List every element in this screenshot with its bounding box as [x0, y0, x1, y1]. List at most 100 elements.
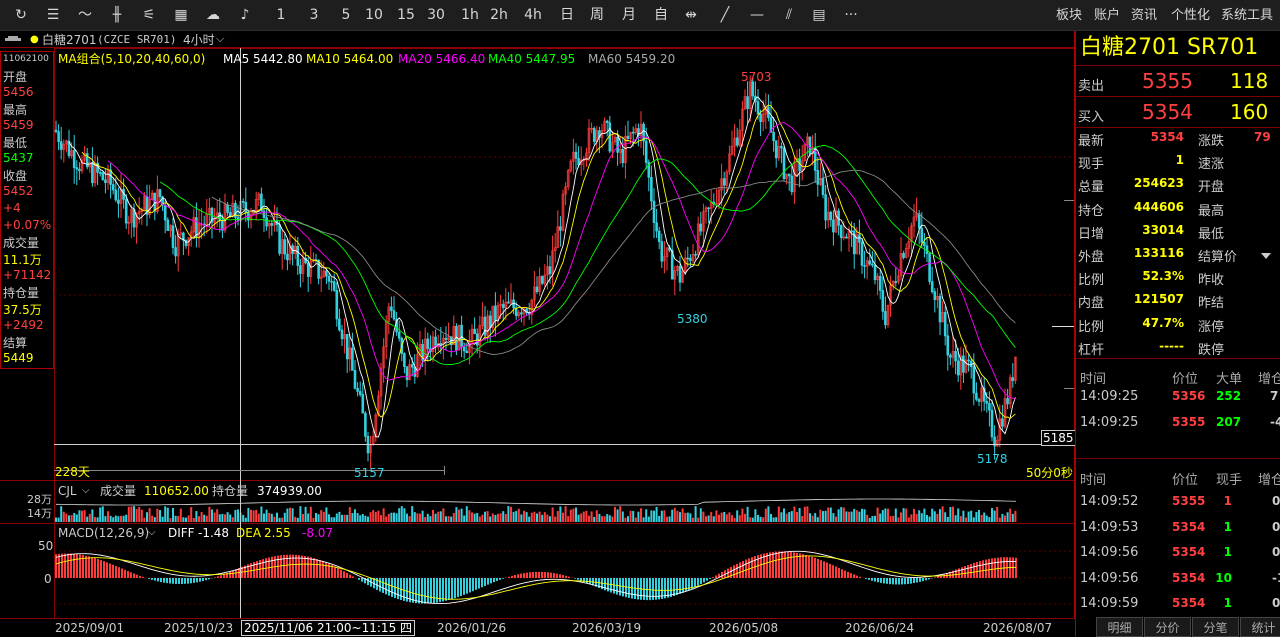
volume-bar	[855, 510, 858, 522]
macd-bar	[487, 578, 489, 585]
volume-bar	[946, 517, 949, 522]
volume-bar	[151, 515, 154, 522]
volume-bar	[767, 506, 770, 522]
volume-bar	[689, 513, 692, 522]
macd-bar	[346, 572, 348, 578]
candle-body	[228, 212, 232, 217]
volume-bar	[980, 514, 983, 522]
volume-bar	[403, 508, 406, 522]
macd-bar	[100, 560, 102, 578]
tab-2[interactable]: 分笔	[1192, 617, 1239, 637]
volume-bar	[881, 510, 884, 522]
volume-bar	[169, 517, 172, 522]
chevron-down-icon[interactable]: ⌵	[148, 526, 156, 540]
volume-bar	[759, 516, 762, 522]
date-tick: 2026/03/19	[572, 621, 642, 635]
volume-bar	[728, 512, 731, 522]
macd-bar	[622, 578, 624, 597]
candle-body	[327, 275, 331, 282]
volume-bar	[127, 506, 130, 522]
tick-volume: 1	[1223, 519, 1232, 534]
macd-label[interactable]: MACD(12,26,9)	[58, 526, 149, 540]
volume-bar	[91, 509, 94, 522]
candle-body	[574, 151, 578, 159]
date-axis: 2025/09/01 2025/10/23 2025/11/06 21:00~1…	[0, 618, 1075, 637]
volume-bar	[374, 511, 377, 522]
volume-bar	[317, 514, 320, 522]
kline-chart[interactable]	[0, 0, 1075, 637]
macd-bar	[967, 564, 969, 578]
volume-bar	[803, 506, 806, 522]
quote-value-2: 79	[1254, 130, 1271, 144]
volume-bar	[291, 508, 294, 522]
volume-bar	[668, 516, 671, 522]
volume-bar	[588, 515, 590, 522]
volume-bar	[510, 506, 512, 522]
cjl-label[interactable]: CJL	[58, 484, 77, 498]
chevron-down-icon[interactable]: ⌵	[82, 484, 90, 498]
candle-body	[426, 338, 430, 349]
macd-bar	[529, 572, 531, 578]
tab-1[interactable]: 分价	[1144, 617, 1191, 637]
volume-bar	[512, 511, 515, 522]
macd-bar	[721, 571, 723, 578]
volume-bar	[970, 510, 973, 522]
volume-bar	[112, 517, 115, 522]
volume-bar	[715, 510, 718, 522]
macd-bar	[988, 558, 990, 578]
candle-body	[520, 312, 523, 315]
candle-body	[540, 276, 544, 284]
volume-bar	[590, 511, 593, 522]
volume-bar	[361, 514, 364, 522]
menu-4[interactable]: 系统工具	[1221, 0, 1273, 31]
buy-price: 5354	[1142, 100, 1193, 124]
macd-bar	[442, 578, 444, 602]
macd-bar	[874, 578, 876, 582]
candle-body	[990, 409, 994, 438]
quote-value: 52.3%	[1142, 269, 1184, 284]
volume-bar	[640, 508, 642, 522]
macd-bar	[895, 578, 897, 585]
macd-bar	[103, 561, 105, 578]
macd-bar	[628, 578, 630, 598]
volume-bar	[621, 511, 624, 522]
volume-bar	[900, 512, 902, 522]
low-value: 5437	[3, 151, 34, 165]
macd-bar	[190, 578, 192, 584]
cursor-date-label: 2025/11/06 21:00~11:15 四	[241, 620, 416, 636]
volume-bar	[959, 516, 962, 522]
menu-3[interactable]: 个性化	[1171, 0, 1210, 31]
ma-group-label[interactable]: MA组合(5,10,20,40,60,0)	[58, 52, 205, 66]
high-label: 最高	[3, 103, 28, 117]
candle-body	[863, 265, 866, 267]
volume-bar	[458, 509, 460, 522]
tab-0[interactable]: 明细	[1096, 617, 1143, 637]
caret-down-icon[interactable]	[1261, 252, 1271, 260]
volume-bar	[933, 511, 936, 522]
volume-bar	[536, 513, 538, 522]
ma-item-ma60: MA60 5459.20	[588, 52, 676, 66]
macd-bar	[958, 568, 960, 578]
macd-bar	[520, 573, 522, 578]
volume-bar	[1001, 513, 1004, 522]
candle-body	[345, 334, 349, 360]
tab-3[interactable]: 统计	[1240, 617, 1280, 637]
candle-body	[689, 257, 692, 261]
volume-bar	[556, 510, 559, 522]
ma-item-ma20: MA20 5466.40	[398, 52, 486, 66]
volume-bar	[398, 508, 401, 522]
volume-bar	[88, 513, 91, 522]
quote-label: 比例	[1078, 273, 1105, 289]
ma-item-ma40: MA40 5447.95	[488, 52, 576, 66]
bar-info-box: 11062100 开盘 5456 最高 5459 最低 5437 收盘 5452…	[0, 51, 54, 369]
big-order-oi: 7	[1270, 389, 1279, 403]
macd-bar	[379, 578, 381, 592]
macd-bar	[928, 578, 930, 580]
macd-bar	[625, 578, 627, 598]
macd-histogram	[55, 550, 1017, 605]
menu-2[interactable]: 资讯	[1131, 0, 1157, 31]
volume-bar	[816, 517, 819, 522]
volume-bar	[476, 512, 479, 522]
macd-bar	[964, 566, 966, 578]
menu-1[interactable]: 账户	[1094, 0, 1120, 31]
